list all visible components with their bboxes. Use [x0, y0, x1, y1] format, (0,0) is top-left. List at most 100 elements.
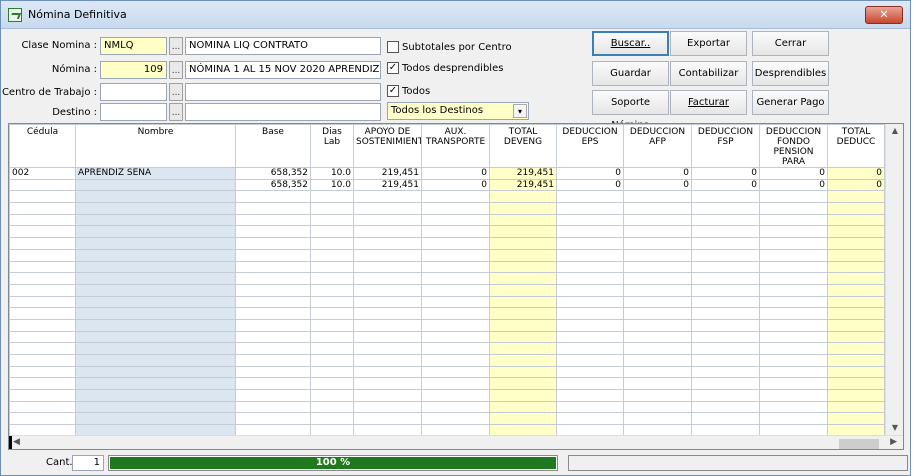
subtotales-checkbox[interactable]: Subtotales por Centro	[387, 41, 512, 53]
table-cell[interactable]	[489, 400, 557, 414]
table-cell[interactable]	[353, 190, 422, 204]
table-cell[interactable]	[310, 202, 354, 215]
table-cell[interactable]	[759, 202, 828, 215]
table-cell[interactable]	[9, 412, 76, 426]
table-cell[interactable]	[9, 202, 76, 215]
table-cell[interactable]	[235, 272, 311, 285]
table-cell[interactable]	[310, 365, 354, 379]
table-cell[interactable]	[9, 365, 76, 379]
table-cell[interactable]: 219,451	[353, 167, 422, 180]
guardar-button[interactable]: Guardar	[592, 61, 669, 86]
table-cell[interactable]	[75, 318, 236, 332]
table-cell[interactable]	[9, 400, 76, 414]
table-cell[interactable]	[353, 389, 422, 402]
table-cell[interactable]	[310, 295, 354, 309]
table-cell[interactable]	[556, 377, 624, 391]
table-cell[interactable]	[759, 237, 828, 250]
table-row[interactable]	[9, 400, 885, 414]
table-cell[interactable]	[310, 237, 354, 250]
table-cell[interactable]: 002	[9, 167, 76, 180]
table-cell[interactable]	[759, 365, 828, 379]
table-cell[interactable]	[489, 272, 557, 285]
table-cell[interactable]	[353, 377, 422, 391]
table-cell[interactable]	[75, 213, 236, 227]
table-cell[interactable]	[310, 225, 354, 239]
table-cell[interactable]	[310, 272, 354, 285]
table-cell[interactable]	[235, 318, 311, 332]
table-cell[interactable]	[556, 400, 624, 414]
table-row[interactable]	[9, 295, 885, 309]
table-cell[interactable]	[556, 248, 624, 262]
table-cell[interactable]	[353, 272, 422, 285]
table-cell[interactable]	[9, 237, 76, 250]
table-cell[interactable]	[489, 213, 557, 227]
column-header[interactable]: DEDUCCION FONDO PENSION PARA	[759, 124, 828, 168]
table-cell[interactable]	[75, 260, 236, 274]
table-cell[interactable]: 219,451	[489, 178, 557, 192]
table-row[interactable]	[9, 354, 885, 367]
column-header[interactable]: TOTAL DEDUCC	[827, 124, 885, 168]
table-cell[interactable]	[9, 225, 76, 239]
table-cell[interactable]	[691, 354, 760, 367]
table-cell[interactable]	[827, 307, 885, 320]
table-cell[interactable]	[310, 412, 354, 426]
table-row[interactable]	[9, 283, 885, 297]
table-cell[interactable]	[827, 260, 885, 274]
soporte-nomina-button[interactable]: Soporte Nómina	[592, 90, 669, 131]
table-cell[interactable]: 0	[623, 178, 692, 192]
table-cell[interactable]	[421, 354, 490, 367]
table-cell[interactable]	[235, 389, 311, 402]
table-cell[interactable]	[556, 307, 624, 320]
table-cell[interactable]	[235, 307, 311, 320]
table-row[interactable]	[9, 248, 885, 262]
table-cell[interactable]	[623, 283, 692, 297]
table-cell[interactable]	[827, 389, 885, 402]
nomina-code-input[interactable]: 109	[100, 61, 167, 79]
table-row[interactable]	[9, 412, 885, 426]
table-cell[interactable]	[421, 389, 490, 402]
table-cell[interactable]	[489, 365, 557, 379]
table-cell[interactable]	[9, 178, 76, 192]
table-cell[interactable]	[9, 342, 76, 355]
table-cell[interactable]	[75, 354, 236, 367]
table-cell[interactable]	[691, 225, 760, 239]
table-cell[interactable]	[623, 237, 692, 250]
table-cell[interactable]	[421, 318, 490, 332]
table-cell[interactable]	[489, 260, 557, 274]
table-cell[interactable]	[623, 213, 692, 227]
table-cell[interactable]	[310, 330, 354, 344]
table-cell[interactable]	[556, 202, 624, 215]
table-cell[interactable]	[75, 400, 236, 414]
table-cell[interactable]	[623, 295, 692, 309]
table-cell[interactable]	[235, 237, 311, 250]
centro-trabajo-lookup-button[interactable]: ...	[169, 83, 183, 101]
table-cell[interactable]	[353, 330, 422, 344]
table-cell[interactable]	[556, 365, 624, 379]
destino-lookup-button[interactable]: ...	[169, 103, 183, 121]
nomina-grid[interactable]: Cédula Nombre Base Dias Lab APOYO DE SOSTENI…	[8, 123, 904, 450]
table-cell[interactable]	[9, 307, 76, 320]
table-cell[interactable]	[353, 283, 422, 297]
table-cell[interactable]	[827, 295, 885, 309]
table-cell[interactable]	[9, 248, 76, 262]
table-cell[interactable]: 0	[556, 178, 624, 192]
table-row[interactable]	[9, 190, 885, 204]
table-cell[interactable]	[353, 342, 422, 355]
table-cell[interactable]	[310, 400, 354, 414]
table-cell[interactable]	[353, 248, 422, 262]
scroll-right-icon[interactable]: ▶	[890, 437, 897, 447]
table-row[interactable]	[9, 260, 885, 274]
table-row[interactable]: 658,352 10.0 219,451 0 219,451 0 0 0 0 0	[9, 178, 885, 192]
destinos-select[interactable]: Todos los Destinos ▾	[387, 102, 529, 120]
table-cell[interactable]: 0	[759, 178, 828, 192]
table-cell[interactable]	[421, 295, 490, 309]
close-window-button[interactable]: ✕	[865, 6, 903, 24]
table-cell[interactable]	[235, 225, 311, 239]
table-cell[interactable]	[489, 342, 557, 355]
table-cell[interactable]	[556, 354, 624, 367]
table-cell[interactable]	[827, 225, 885, 239]
table-cell[interactable]	[75, 248, 236, 262]
table-cell[interactable]	[759, 260, 828, 274]
table-cell[interactable]	[827, 237, 885, 250]
exportar-button[interactable]: Exportar	[670, 31, 747, 56]
